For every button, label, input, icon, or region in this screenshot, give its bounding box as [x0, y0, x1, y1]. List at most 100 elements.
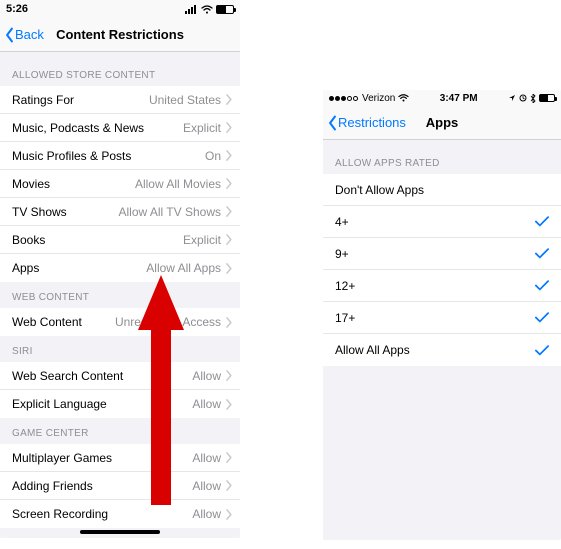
row-label: Web Content — [12, 315, 115, 329]
row-label: Books — [12, 233, 183, 247]
row-allowed-store-5[interactable]: BooksExplicit — [0, 226, 240, 254]
chevron-right-icon — [225, 509, 232, 520]
row-allowed-store-2[interactable]: Music Profiles & PostsOn — [0, 142, 240, 170]
row-game-center-0[interactable]: Multiplayer GamesAllow — [0, 444, 240, 472]
row-game-center-2[interactable]: Screen RecordingAllow — [0, 500, 240, 528]
row-label: TV Shows — [12, 205, 119, 219]
back-label: Restrictions — [338, 115, 406, 130]
check-icon — [535, 312, 549, 323]
chevron-right-icon — [225, 122, 232, 133]
row-value: United States — [149, 93, 221, 107]
nav-bar: Back Content Restrictions — [0, 18, 240, 52]
bluetooth-icon — [530, 94, 536, 103]
status-indicators — [185, 5, 234, 14]
row-app-rating-1[interactable]: 4+ — [323, 206, 561, 238]
status-bar: 5:26 — [0, 0, 240, 18]
section-header-game-center: GAME CENTER — [0, 418, 240, 444]
row-value: Allow All Movies — [135, 177, 221, 191]
row-game-center-1[interactable]: Adding FriendsAllow — [0, 472, 240, 500]
row-label: Music Profiles & Posts — [12, 149, 205, 163]
check-icon — [535, 216, 549, 227]
row-value: Unrestricted Access — [115, 315, 221, 329]
row-app-rating-3[interactable]: 12+ — [323, 270, 561, 302]
row-label: Adding Friends — [12, 479, 192, 493]
cellular-icon — [185, 5, 198, 14]
row-allowed-store-3[interactable]: MoviesAllow All Movies — [0, 170, 240, 198]
row-value: Allow — [192, 507, 221, 521]
chevron-right-icon — [225, 206, 232, 217]
chevron-right-icon — [225, 234, 232, 245]
chevron-right-icon — [225, 94, 232, 105]
row-label: Web Search Content — [12, 369, 192, 383]
row-label: Apps — [12, 261, 146, 275]
status-time: 5:26 — [6, 3, 28, 15]
phone-apps-rating: Verizon 3:47 PM Restrictions Apps ALLOW … — [323, 90, 561, 540]
row-label: Don't Allow Apps — [335, 183, 553, 197]
row-value: Allow — [192, 451, 221, 465]
battery-icon — [216, 5, 234, 14]
row-siri-0[interactable]: Web Search ContentAllow — [0, 362, 240, 390]
chevron-right-icon — [225, 452, 232, 463]
section-header-siri: SIRI — [0, 336, 240, 362]
row-allowed-store-0[interactable]: Ratings ForUnited States — [0, 86, 240, 114]
row-app-rating-2[interactable]: 9+ — [323, 238, 561, 270]
signal-dots-icon — [329, 92, 359, 104]
wifi-icon — [398, 94, 409, 102]
row-allowed-store-4[interactable]: TV ShowsAllow All TV Shows — [0, 198, 240, 226]
page-title: Content Restrictions — [56, 27, 184, 42]
chevron-right-icon — [225, 317, 232, 328]
row-value: Explicit — [183, 233, 221, 247]
chevron-left-icon — [4, 27, 15, 43]
row-value: Allow — [192, 479, 221, 493]
row-label: Multiplayer Games — [12, 451, 192, 465]
row-label: Explicit Language — [12, 397, 192, 411]
chevron-right-icon — [225, 370, 232, 381]
row-app-rating-5[interactable]: Allow All Apps — [323, 334, 561, 366]
chevron-left-icon — [327, 115, 338, 131]
chevron-right-icon — [225, 150, 232, 161]
phone-content-restrictions: 5:26 Back Content Restrictions ALLOWED S… — [0, 0, 240, 538]
battery-icon — [539, 94, 555, 102]
status-time: 3:47 PM — [440, 93, 478, 104]
row-label: Ratings For — [12, 93, 149, 107]
section-header-web-content: WEB CONTENT — [0, 282, 240, 308]
row-value: Allow — [192, 369, 221, 383]
chevron-right-icon — [225, 399, 232, 410]
status-bar: Verizon 3:47 PM — [323, 90, 561, 106]
chevron-right-icon — [225, 178, 232, 189]
row-value: Explicit — [183, 121, 221, 135]
row-app-rating-0[interactable]: Don't Allow Apps — [323, 174, 561, 206]
section-header-allow-apps: ALLOW APPS RATED — [323, 140, 561, 174]
alarm-icon — [519, 94, 527, 102]
page-title: Apps — [426, 115, 459, 130]
check-icon — [535, 248, 549, 259]
back-button[interactable]: Back — [4, 27, 44, 43]
row-allowed-store-1[interactable]: Music, Podcasts & NewsExplicit — [0, 114, 240, 142]
row-app-rating-4[interactable]: 17+ — [323, 302, 561, 334]
row-value: Allow — [192, 397, 221, 411]
row-web-content-0[interactable]: Web ContentUnrestricted Access — [0, 308, 240, 336]
home-indicator — [80, 530, 160, 534]
section-header-allowed-store: ALLOWED STORE CONTENT — [0, 52, 240, 86]
status-indicators — [508, 94, 555, 103]
row-label: Music, Podcasts & News — [12, 121, 183, 135]
carrier-label: Verizon — [362, 93, 395, 104]
back-button[interactable]: Restrictions — [327, 115, 406, 131]
row-siri-1[interactable]: Explicit LanguageAllow — [0, 390, 240, 418]
row-label: 17+ — [335, 311, 535, 325]
row-label: Screen Recording — [12, 507, 192, 521]
row-label: Allow All Apps — [335, 343, 535, 357]
nav-bar: Restrictions Apps — [323, 106, 561, 140]
row-label: 12+ — [335, 279, 535, 293]
row-value: On — [205, 149, 221, 163]
row-label: Movies — [12, 177, 135, 191]
wifi-icon — [201, 5, 213, 14]
location-icon — [508, 94, 516, 102]
back-label: Back — [15, 27, 44, 42]
check-icon — [535, 280, 549, 291]
row-value: Allow All TV Shows — [119, 205, 222, 219]
row-allowed-store-6[interactable]: AppsAllow All Apps — [0, 254, 240, 282]
check-icon — [535, 345, 549, 356]
row-value: Allow All Apps — [146, 261, 221, 275]
empty-space — [323, 366, 561, 406]
